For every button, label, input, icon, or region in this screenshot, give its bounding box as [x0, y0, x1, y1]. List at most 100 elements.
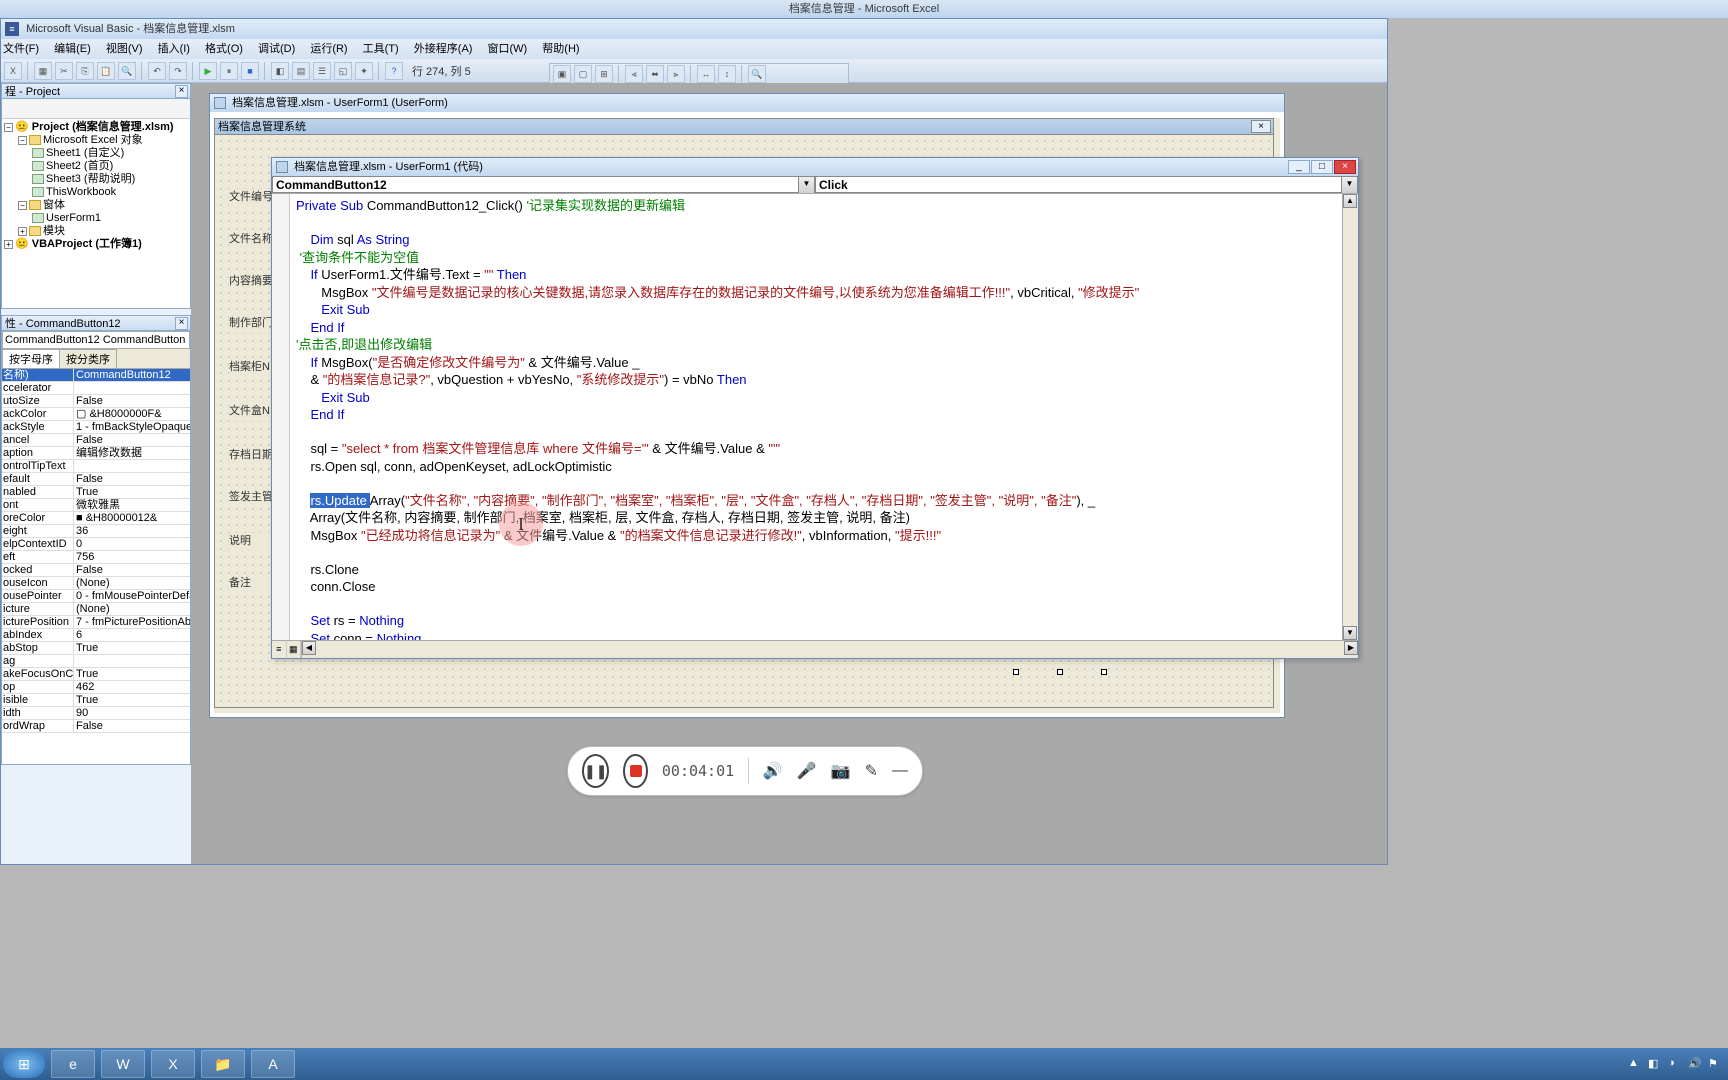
close-icon[interactable]: ×: [1334, 160, 1356, 174]
btn-view-excel[interactable]: X: [4, 62, 22, 80]
start-button[interactable]: ⊞: [3, 1050, 45, 1078]
prop-row[interactable]: ouseIcon(None): [2, 577, 190, 590]
vbe-title-bar[interactable]: ≡ Microsoft Visual Basic - 档案信息管理.xlsm: [1, 19, 1387, 39]
size-height-icon[interactable]: ↕: [718, 65, 736, 83]
sel-handle[interactable]: [1101, 669, 1107, 675]
send-back-icon[interactable]: ▢: [574, 65, 592, 83]
taskbar[interactable]: ⊞ e W X 📁 A ▲ ◧ ◑ 🔊 ⚑: [0, 1048, 1728, 1080]
undo-icon[interactable]: ↶: [148, 62, 166, 80]
prop-row[interactable]: ccelerator: [2, 382, 190, 395]
design-mode-icon[interactable]: ◧: [271, 62, 289, 80]
object-combo[interactable]: CommandButton12▼: [272, 176, 815, 193]
close-icon[interactable]: ×: [175, 317, 188, 330]
run-icon[interactable]: ▶: [199, 62, 217, 80]
scroll-left-icon[interactable]: ◀: [302, 641, 316, 655]
prop-row[interactable]: eight36: [2, 525, 190, 538]
tree-group-forms[interactable]: −窗体: [4, 199, 188, 212]
project-root[interactable]: −😐 Project (档案信息管理.xlsm): [4, 121, 188, 134]
menu-run[interactable]: 运行(R): [310, 43, 347, 55]
tree-group-excel[interactable]: −Microsoft Excel 对象: [4, 134, 188, 147]
menu-tools[interactable]: 工具(T): [363, 43, 399, 55]
prop-row[interactable]: elpContextID0: [2, 538, 190, 551]
task-ie[interactable]: e: [51, 1050, 95, 1078]
tree-sheet[interactable]: Sheet1 (自定义): [4, 147, 188, 160]
prop-row[interactable]: ag: [2, 655, 190, 668]
copy-icon[interactable]: ⎘: [76, 62, 94, 80]
menu-format[interactable]: 格式(O): [205, 43, 243, 55]
menu-file[interactable]: 文件(F): [3, 43, 39, 55]
horizontal-scrollbar[interactable]: ≡▦ ◀ ▶: [272, 640, 1358, 658]
procedure-combo[interactable]: Click▼: [815, 176, 1358, 193]
code-editor[interactable]: Private Sub CommandButton12_Click() '记录集…: [272, 194, 1358, 640]
size-width-icon[interactable]: ↔: [697, 65, 715, 83]
prop-row[interactable]: idth90: [2, 707, 190, 720]
break-icon[interactable]: ⏸: [220, 62, 238, 80]
menu-view[interactable]: 视图(V): [106, 43, 143, 55]
close-icon[interactable]: ×: [1251, 120, 1271, 133]
mic-icon[interactable]: 🎤: [797, 761, 817, 781]
btn-insert-userform[interactable]: ▦: [34, 62, 52, 80]
system-tray[interactable]: ▲ ◧ ◑ 🔊 ⚑: [1628, 1057, 1722, 1071]
prop-row[interactable]: abStopTrue: [2, 642, 190, 655]
proc-view-icon[interactable]: ≡: [272, 641, 287, 658]
project-root-2[interactable]: +😐 VBAProject (工作簿1): [4, 238, 188, 251]
align-center-icon[interactable]: ⬌: [646, 65, 664, 83]
paste-icon[interactable]: 📋: [97, 62, 115, 80]
full-view-icon[interactable]: ▦: [287, 641, 302, 658]
menu-edit[interactable]: 编辑(E): [54, 43, 91, 55]
sel-handle[interactable]: [1057, 669, 1063, 675]
prop-row[interactable]: ont微软雅黑: [2, 499, 190, 512]
properties-title[interactable]: 性 - CommandButton12 ×: [1, 315, 191, 331]
stop-button[interactable]: [623, 754, 647, 788]
task-excel[interactable]: X: [151, 1050, 195, 1078]
tree-sheet[interactable]: Sheet2 (首页): [4, 160, 188, 173]
chevron-down-icon[interactable]: ▼: [798, 177, 814, 193]
redo-icon[interactable]: ↷: [169, 62, 187, 80]
scroll-down-icon[interactable]: ▼: [1343, 626, 1357, 640]
help-icon[interactable]: ?: [385, 62, 403, 80]
minimize-icon[interactable]: —: [892, 762, 908, 780]
pause-button[interactable]: ❚❚: [582, 754, 609, 788]
menu-debug[interactable]: 调试(D): [258, 43, 295, 55]
menu-window[interactable]: 窗口(W): [488, 43, 528, 55]
prop-row[interactable]: 名称)CommandButton12: [2, 369, 190, 382]
code-title-bar[interactable]: 档案信息管理.xlsm - UserForm1 (代码) _ □ ×: [272, 158, 1358, 176]
prop-row[interactable]: abIndex6: [2, 629, 190, 642]
volume-icon[interactable]: 🔊: [763, 761, 783, 781]
tree-group-modules[interactable]: +模块: [4, 225, 188, 238]
prop-row[interactable]: utoSizeFalse: [2, 395, 190, 408]
prop-row[interactable]: nabledTrue: [2, 486, 190, 499]
pen-icon[interactable]: ✎: [865, 761, 878, 781]
tray-icon[interactable]: 🔊: [1688, 1057, 1702, 1071]
prop-row[interactable]: icture(None): [2, 603, 190, 616]
sel-handle[interactable]: [1013, 669, 1019, 675]
prop-row[interactable]: isibleTrue: [2, 694, 190, 707]
menu-help[interactable]: 帮助(H): [542, 43, 579, 55]
close-icon[interactable]: ×: [175, 85, 188, 98]
find-icon[interactable]: 🔍: [118, 62, 136, 80]
prop-row[interactable]: efaultFalse: [2, 473, 190, 486]
prop-row[interactable]: ackColor▢ &H8000000F&: [2, 408, 190, 421]
align-left-icon[interactable]: ⫷: [625, 65, 643, 83]
tray-icon[interactable]: ◧: [1648, 1057, 1662, 1071]
chevron-down-icon[interactable]: ▼: [1341, 177, 1357, 193]
prop-row[interactable]: op462: [2, 681, 190, 694]
prop-row[interactable]: oreColor■ &H80000012&: [2, 512, 190, 525]
prop-row[interactable]: aption编辑修改数据: [2, 447, 190, 460]
prop-row[interactable]: akeFocusOnClickTrue: [2, 668, 190, 681]
task-access[interactable]: A: [251, 1050, 295, 1078]
tray-icon[interactable]: ◑: [1668, 1057, 1682, 1071]
align-right-icon[interactable]: ⫸: [667, 65, 685, 83]
properties-icon[interactable]: ☰: [313, 62, 331, 80]
reset-icon[interactable]: ■: [241, 62, 259, 80]
project-panel-title[interactable]: 程 - Project ×: [1, 83, 191, 99]
prop-row[interactable]: ousePointer0 - fmMousePointerDefau: [2, 590, 190, 603]
zoom-icon[interactable]: 🔍: [748, 65, 766, 83]
prop-object-select[interactable]: CommandButton12 CommandButton: [2, 331, 190, 349]
tree-sheet[interactable]: Sheet3 (帮助说明): [4, 173, 188, 186]
prop-row[interactable]: ordWrapFalse: [2, 720, 190, 733]
object-browser-icon[interactable]: ◱: [334, 62, 352, 80]
tree-workbook[interactable]: ThisWorkbook: [4, 186, 188, 199]
tree-userform[interactable]: UserForm1: [4, 212, 188, 225]
project-explorer[interactable]: −😐 Project (档案信息管理.xlsm) −Microsoft Exce…: [1, 99, 191, 309]
